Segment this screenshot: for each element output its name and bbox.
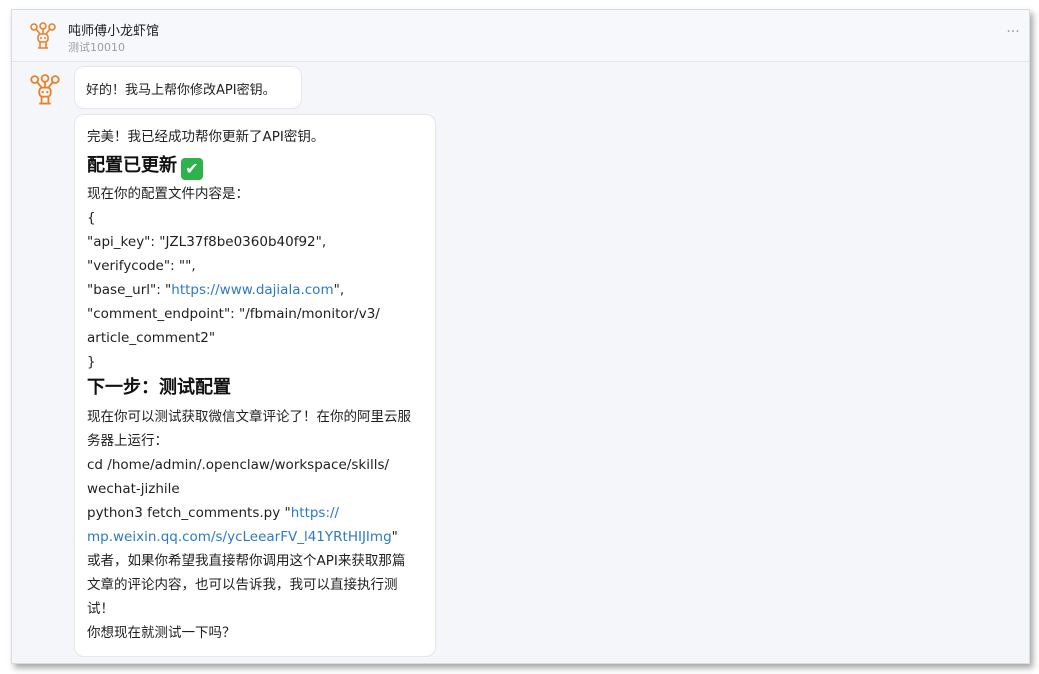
message-bubble: 完美！我已经成功帮你更新了API密钥。 配置已更新 ✔ 现在你的配置文件内容是： … <box>74 114 436 657</box>
chat-window: 吨师傅小龙虾馆 测试10010 ··· 好的！我马上帮你修改API密钥。 完美！… <box>11 9 1030 664</box>
section-heading: 下一步：测试配置 <box>87 377 231 398</box>
lobster-robot-icon <box>30 74 60 105</box>
chat-title: 吨师傅小龙虾馆 <box>68 24 160 39</box>
chat-header: 吨师傅小龙虾馆 测试10010 ··· <box>12 10 1029 62</box>
body-text: 或者，如果你希望我直接帮你调用这个API来获取那篇 <box>87 553 406 569</box>
config-label: 现在你的配置文件内容是： <box>87 186 249 202</box>
code-line: "base_url": "https://www.dajiala.com", <box>87 278 427 302</box>
command-line: cd /home/admin/.openclaw/workspace/skill… <box>87 457 390 473</box>
command-text: python3 fetch_comments.py " <box>87 505 291 521</box>
body-text: 现在你可以测试获取微信文章评论了！在你的阿里云服 <box>87 409 411 425</box>
body-text: 你想现在就测试一下吗？ <box>87 625 236 641</box>
body-text: 务器上运行： <box>87 433 168 449</box>
code-line: "api_key": "JZL37f8be0360b40f92", <box>87 234 327 250</box>
base-url-link[interactable]: https://www.dajiala.com <box>171 282 333 298</box>
code-line: { <box>87 210 96 226</box>
article-link[interactable]: https:// <box>291 505 339 521</box>
chat-subtitle: 测试10010 <box>68 41 125 54</box>
command-line: mp.weixin.qq.com/s/ycLeearFV_l41YRtHIJIm… <box>87 525 427 549</box>
code-text: "base_url": " <box>87 282 172 298</box>
article-link[interactable]: mp.weixin.qq.com/s/ycLeearFV_l41YRtHIJIm… <box>87 529 392 545</box>
code-text: ", <box>333 282 345 298</box>
command-text: " <box>391 529 398 545</box>
command-line: wechat-jizhile <box>87 481 180 497</box>
check-mark-icon: ✔ <box>181 158 203 180</box>
code-line: "verifycode": "", <box>87 258 196 274</box>
code-line: "comment_endpoint": "/fbmain/monitor/v3/ <box>87 306 380 322</box>
code-line: article_comment2" <box>87 330 216 346</box>
code-line: } <box>87 354 96 370</box>
lobster-robot-icon <box>30 22 56 49</box>
section-heading: 配置已更新 ✔ <box>87 153 203 180</box>
message-intro: 完美！我已经成功帮你更新了API密钥。 <box>87 129 325 145</box>
body-text: 文章的评论内容，也可以告诉我，我可以直接执行测 <box>87 577 398 593</box>
command-line: python3 fetch_comments.py "https:// <box>87 501 427 525</box>
more-dots-icon[interactable]: ··· <box>1003 25 1023 42</box>
message-bubble: 好的！我马上帮你修改API密钥。 <box>74 66 302 109</box>
body-text: 试！ <box>87 601 114 617</box>
message-text: 好的！我马上帮你修改API密钥。 <box>86 83 276 98</box>
heading-text: 配置已更新 <box>87 155 177 176</box>
